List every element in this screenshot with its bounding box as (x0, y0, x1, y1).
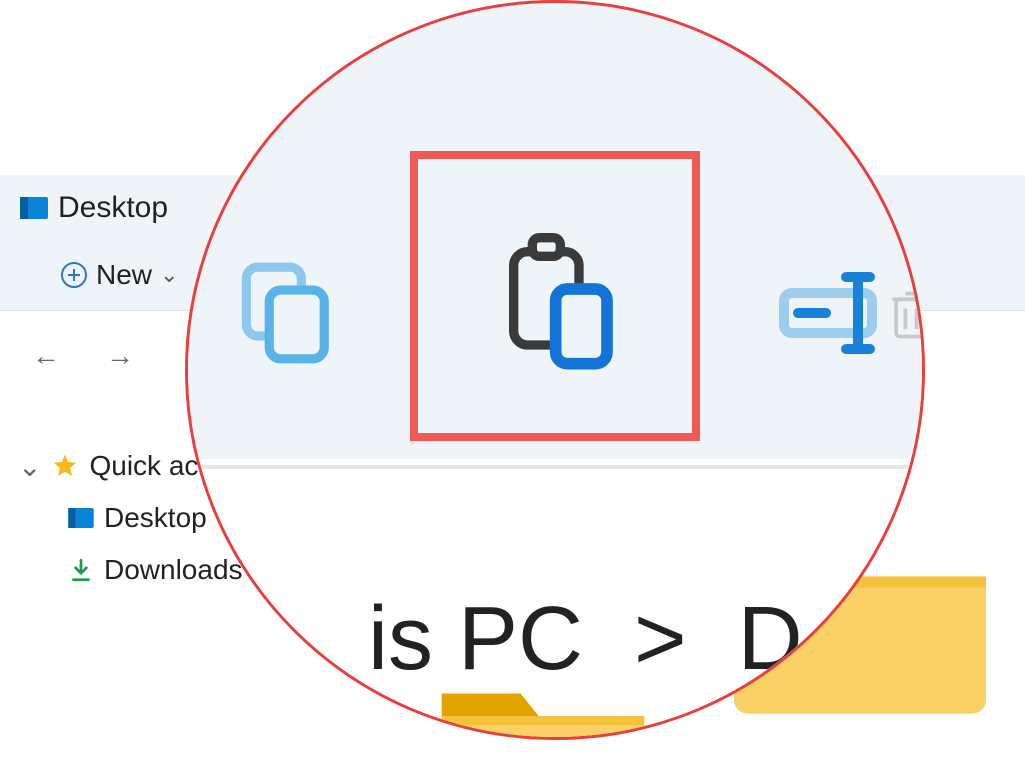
forward-button[interactable]: → (106, 340, 134, 372)
desktop-icon (20, 197, 48, 219)
plus-circle-icon (60, 261, 88, 289)
folder-icon[interactable] (868, 653, 925, 740)
new-button[interactable]: New ⌄ (60, 259, 178, 291)
desktop-icon (68, 508, 94, 528)
chevron-down-icon: ⌄ (160, 262, 178, 288)
delete-icon[interactable] (888, 288, 925, 398)
new-button-label: New (96, 259, 152, 291)
magnifier-overlay: is PC > D (185, 0, 925, 740)
chevron-down-icon: ⌄ (18, 450, 41, 483)
window-title: Desktop (58, 191, 168, 225)
folder-grid-zoomed (428, 653, 925, 740)
copy-icon[interactable] (228, 258, 338, 368)
download-icon (68, 557, 94, 583)
paste-icon[interactable] (498, 233, 618, 373)
back-button[interactable]: ← (32, 340, 60, 372)
rename-icon[interactable] (778, 258, 898, 368)
folder-icon[interactable] (428, 653, 658, 740)
star-icon (51, 452, 79, 480)
